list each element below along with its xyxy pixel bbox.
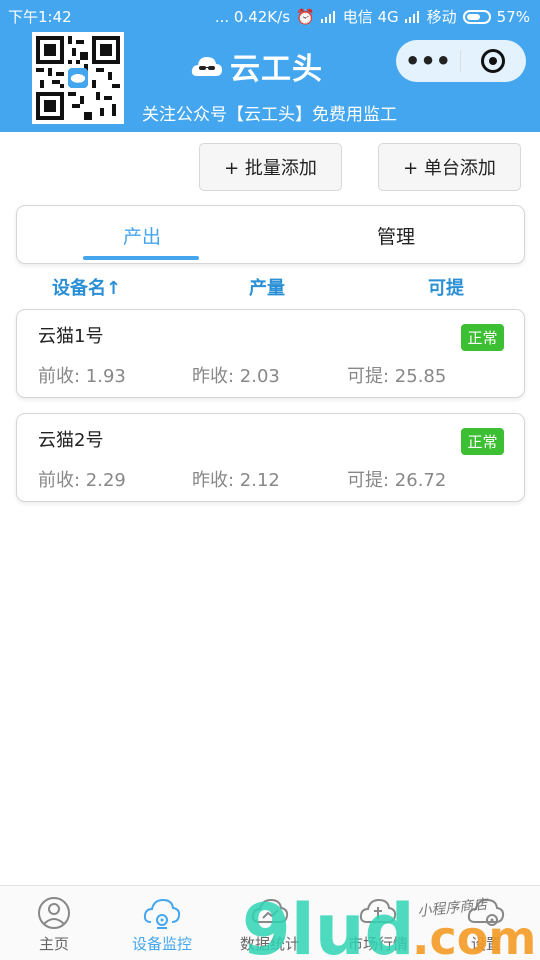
nav-home[interactable]: 主页: [0, 886, 108, 960]
yesterday-income: 昨收: 2.03: [192, 366, 280, 387]
nav-label: 设置: [470, 935, 501, 953]
cloud-logo-icon: [191, 57, 222, 76]
network-speed: ... 0.42K/s: [214, 7, 291, 26]
target-icon: [481, 49, 505, 73]
batch-add-button[interactable]: + 批量添加: [199, 143, 342, 191]
previous-income: 前收: 1.93: [38, 366, 126, 387]
signal-icon: [320, 10, 337, 23]
app-title: 云工头: [230, 52, 323, 87]
bottom-nav: 主页 设备监控 数据统计 市场行情 设置: [0, 885, 540, 960]
nav-settings[interactable]: 设置: [432, 886, 540, 960]
device-name: 云猫2号: [38, 430, 104, 451]
battery-icon: [462, 9, 491, 24]
nav-label: 主页: [38, 935, 69, 953]
nav-market[interactable]: 市场行情: [324, 886, 432, 960]
nav-label: 设备监控: [131, 935, 192, 953]
device-name: 云猫1号: [38, 326, 104, 347]
cloud-monitor-icon: [143, 898, 181, 929]
yesterday-income: 昨收: 2.12: [192, 470, 280, 491]
status-bar: 下午1:42 ... 0.42K/s ⏰ 电信 4G 移动 57%: [0, 0, 540, 30]
miniprogram-capsule: •••: [396, 40, 526, 82]
carrier-2: 移动: [426, 8, 457, 26]
sort-by-name-header[interactable]: 设备名↑: [52, 274, 121, 300]
status-right: ... 0.42K/s ⏰ 电信 4G 移动 57%: [215, 6, 530, 27]
nav-label: 数据统计: [239, 935, 300, 953]
withdrawable-column-header[interactable]: 可提: [428, 274, 464, 300]
status-badge: 正常: [461, 428, 504, 455]
tab-bar: 产出 管理: [16, 205, 525, 264]
device-card[interactable]: 云猫2号 正常 前收: 2.29 昨收: 2.12 可提: 26.72: [16, 413, 525, 502]
header-subtitle: 关注公众号【云工头】免费用监工: [142, 105, 397, 125]
single-add-button[interactable]: + 单台添加: [378, 143, 521, 191]
cloud-gear-icon: [467, 898, 505, 926]
signal-icon: [404, 10, 421, 23]
header-bar: 下午1:42 ... 0.42K/s ⏰ 电信 4G 移动 57% 云工头 ••…: [0, 0, 540, 132]
cloud-stats-icon: [251, 898, 289, 923]
cloud-market-icon: [359, 898, 397, 923]
device-card[interactable]: 云猫1号 正常 前收: 1.93 昨收: 2.03 可提: 25.85: [16, 309, 525, 398]
qr-code-image: [36, 36, 120, 120]
nav-label: 市场行情: [347, 935, 408, 953]
qr-code[interactable]: [32, 32, 124, 124]
tab-output[interactable]: 产出: [123, 222, 161, 249]
active-tab-indicator: [83, 256, 199, 260]
output-column-header[interactable]: 产量: [249, 274, 285, 300]
withdrawable-amount: 可提: 26.72: [347, 470, 447, 491]
status-badge: 正常: [461, 324, 504, 351]
status-time: 下午1:42: [8, 8, 72, 26]
more-menu-icon[interactable]: •••: [396, 49, 460, 73]
alarm-icon: ⏰: [296, 7, 315, 26]
app-brand: 云工头: [190, 44, 323, 88]
withdrawable-amount: 可提: 25.85: [347, 366, 447, 387]
tab-manage[interactable]: 管理: [377, 222, 415, 249]
nav-device-monitor[interactable]: 设备监控: [108, 886, 216, 960]
battery-level: 57%: [496, 7, 530, 26]
close-miniprogram-button[interactable]: [461, 49, 525, 73]
nav-statistics[interactable]: 数据统计: [216, 886, 324, 960]
user-icon: [38, 897, 70, 929]
previous-income: 前收: 2.29: [38, 470, 126, 491]
carrier-1: 电信 4G: [342, 8, 399, 26]
